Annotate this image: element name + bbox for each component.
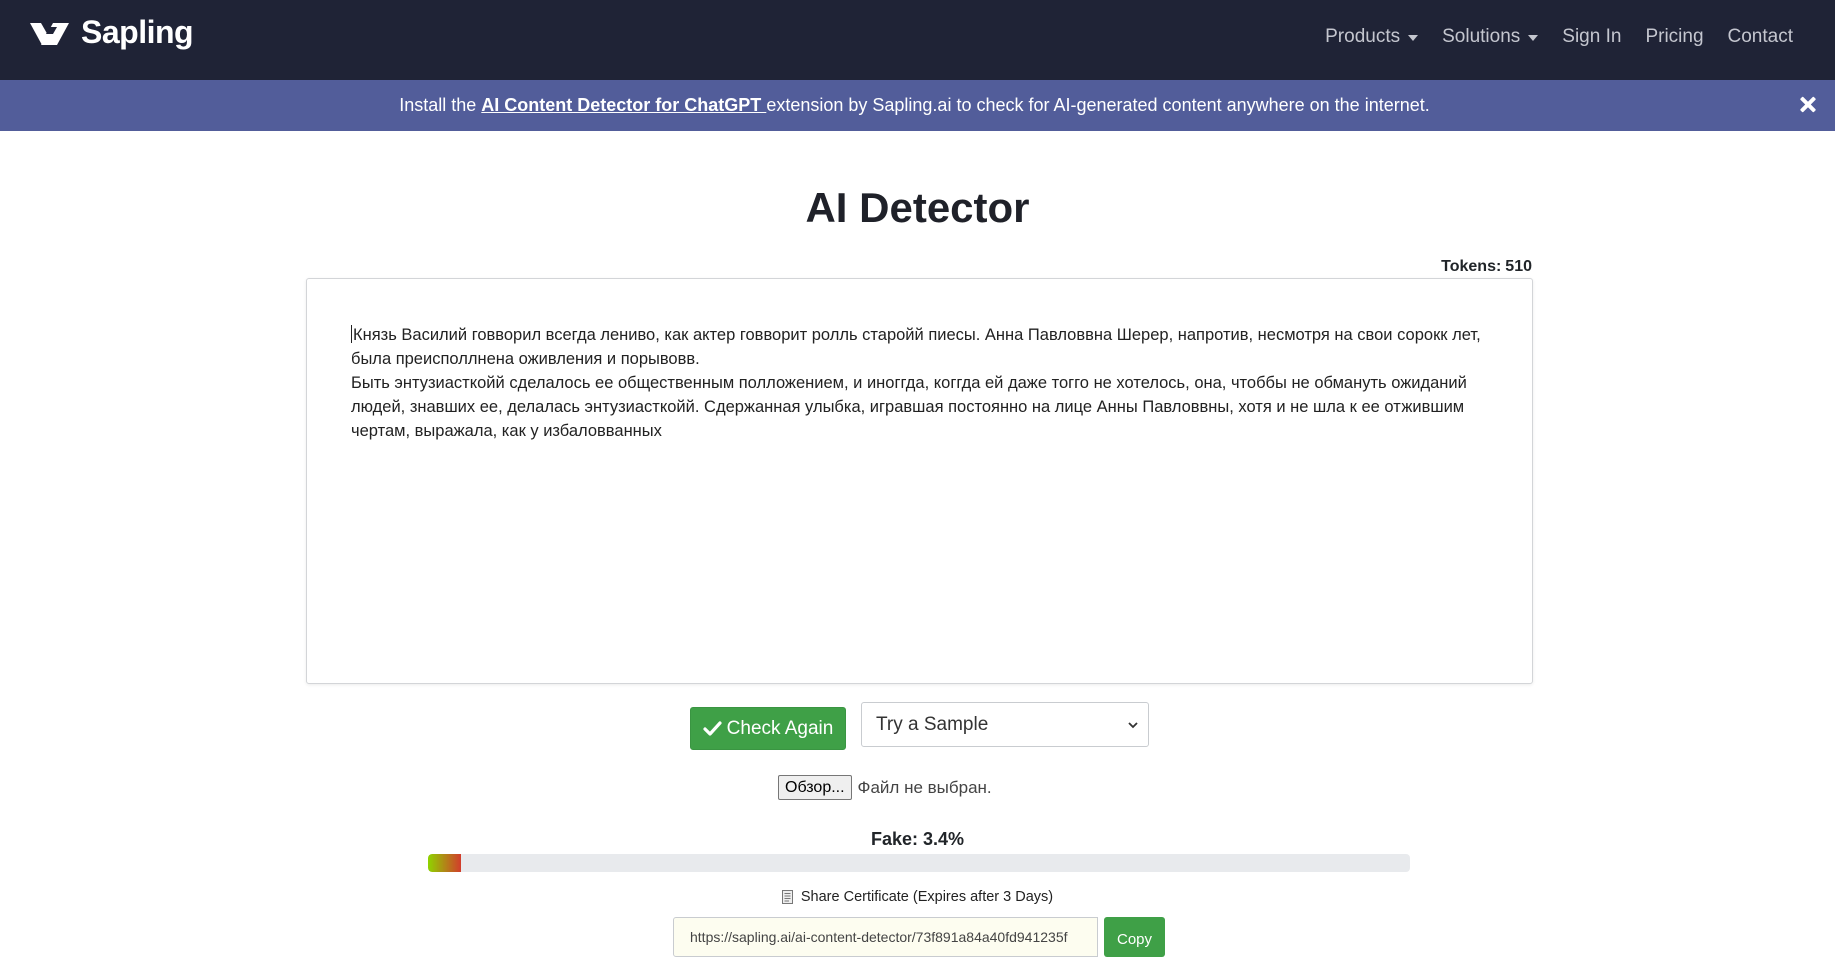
caret-down-icon (1528, 35, 1539, 41)
editor-paragraph-1: Князь Василий говворил всегда лениво, ка… (351, 323, 1488, 371)
nav-pricing[interactable]: Pricing (1645, 26, 1703, 48)
text-cursor (351, 325, 352, 343)
banner-text: Install the AI Content Detector for Chat… (399, 95, 1430, 116)
fake-score-fill (428, 854, 462, 872)
tokens-value: 510 (1505, 258, 1532, 275)
page-title: AI Detector (805, 184, 1030, 231)
nav-solutions-label: Solutions (1442, 26, 1521, 47)
nav-products[interactable]: Products (1325, 26, 1419, 48)
check-again-label: Check Again (726, 717, 834, 739)
editor-paragraph-1-text: Князь Василий говворил всегда лениво, ка… (351, 326, 1481, 368)
nav-pricing-label: Pricing (1645, 26, 1704, 47)
share-certificate: Share Certificate (Expires after 3 Days) (0, 889, 1835, 905)
tokens-label: Tokens: (1441, 258, 1502, 275)
extension-banner: Install the AI Content Detector for Chat… (0, 80, 1835, 131)
document-icon (781, 890, 793, 904)
share-url-row: https://sapling.ai/ai-content-detector/7… (673, 917, 1165, 957)
sapling-logo-icon (30, 22, 69, 45)
banner-prefix: Install the (399, 95, 482, 115)
check-icon (703, 721, 722, 736)
text-input-area[interactable]: Князь Василий говворил всегда лениво, ка… (306, 278, 1533, 684)
file-status: Файл не выбран. (857, 777, 992, 797)
caret-down-icon (1408, 35, 1419, 41)
try-sample-select[interactable]: Try a Sample (861, 702, 1149, 747)
share-certificate-label: Share Certificate (Expires after 3 Days) (800, 889, 1054, 905)
fake-score-label: Fake: 3.4% (870, 829, 965, 849)
nav-products-label: Products (1325, 26, 1401, 47)
sample-select-value: Try a Sample (876, 713, 989, 735)
banner-suffix: extension by Sapling.ai to check for AI-… (766, 95, 1430, 115)
nav-contact[interactable]: Contact (1728, 26, 1793, 48)
copy-button[interactable]: Copy (1104, 917, 1165, 957)
file-upload: Обзор... Файл не выбран. (778, 775, 992, 800)
token-count: Tokens: 510 (1441, 258, 1532, 276)
fake-score-bar (428, 854, 1410, 872)
share-url-field[interactable]: https://sapling.ai/ai-content-detector/7… (673, 917, 1098, 957)
nav-sign-in-label: Sign In (1562, 26, 1622, 47)
nav-contact-label: Contact (1727, 26, 1793, 47)
editor-paragraph-2: Быть энтузиасткойй сделалось ее обществе… (351, 374, 1467, 440)
browse-file-button[interactable]: Обзор... (778, 775, 852, 800)
nav-sign-in[interactable]: Sign In (1562, 26, 1621, 48)
brand-name: Sapling (81, 14, 194, 50)
check-again-button[interactable]: Check Again (690, 707, 846, 750)
nav-links: Products Solutions Sign In Pricing Conta… (1301, 0, 1793, 74)
top-navbar: Sapling Products Solutions Sign In Prici… (0, 0, 1835, 80)
banner-extension-link[interactable]: AI Content Detector for ChatGPT (481, 95, 766, 115)
chevron-down-icon (1128, 722, 1138, 729)
nav-solutions[interactable]: Solutions (1442, 26, 1539, 48)
brand-link[interactable]: Sapling (27, 14, 194, 51)
close-icon[interactable] (1797, 93, 1819, 115)
